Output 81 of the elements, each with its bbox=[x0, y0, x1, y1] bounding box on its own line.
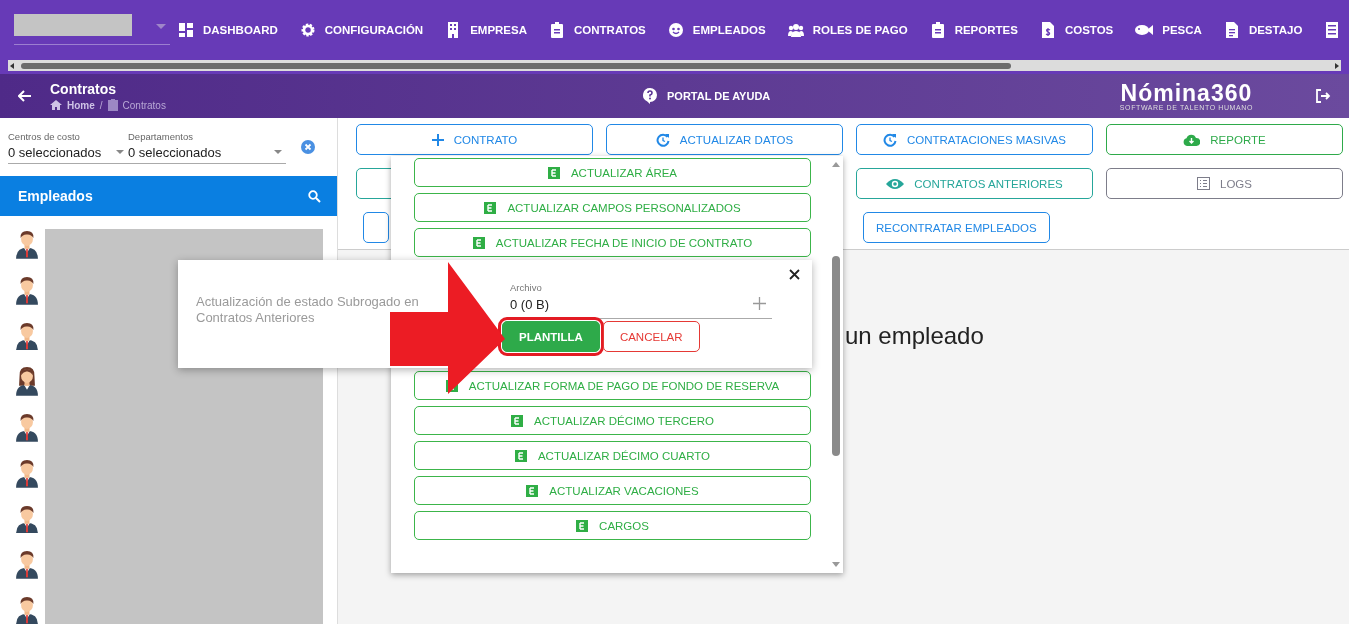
filter-label: Centros de costo bbox=[8, 130, 81, 142]
dollar-document-icon bbox=[1039, 21, 1056, 38]
nav-item[interactable]: CONFIGURACIÓN bbox=[299, 21, 424, 38]
logout-icon[interactable] bbox=[1315, 88, 1331, 104]
menu-item[interactable]: ACTUALIZAR DÉCIMO CUARTO bbox=[414, 441, 811, 470]
menu-item[interactable]: ACTUALIZAR CAMPOS PERSONALIZADOS bbox=[414, 193, 811, 222]
action-button[interactable]: ACTUALIZAR DATOS bbox=[606, 124, 843, 155]
nav-item[interactable]: EMPLEADOS bbox=[667, 21, 766, 38]
clipboard-icon bbox=[107, 99, 118, 111]
brand-logo: Nómina360 bbox=[1120, 81, 1253, 104]
clipboard-icon bbox=[929, 21, 946, 38]
nav-item[interactable]: COSTOS bbox=[1039, 21, 1114, 38]
filter-select[interactable]: 0 seleccionados bbox=[8, 144, 128, 163]
excel-icon bbox=[511, 414, 523, 427]
menu-item[interactable]: ACTUALIZAR ÁREA bbox=[414, 158, 811, 187]
menu-item[interactable]: ACTUALIZAR VACACIONES bbox=[414, 476, 811, 505]
breadcrumb-separator: / bbox=[99, 99, 103, 111]
back-arrow-icon[interactable] bbox=[18, 90, 32, 102]
action-button[interactable]: CONTRATOS ANTERIORES bbox=[856, 168, 1093, 199]
document-icon bbox=[1223, 21, 1240, 38]
avatar-icon bbox=[15, 366, 39, 397]
face-icon bbox=[667, 21, 684, 38]
action-button[interactable]: CONTRATO bbox=[356, 124, 593, 155]
action-button[interactable]: RECONTRATAR EMPLEADOS bbox=[863, 212, 1050, 243]
help-icon bbox=[643, 88, 657, 104]
people-icon bbox=[787, 21, 804, 38]
excel-icon bbox=[484, 201, 497, 214]
action-button[interactable] bbox=[363, 212, 389, 243]
dashboard-icon bbox=[178, 21, 194, 38]
avatar-icon bbox=[15, 457, 39, 488]
menu-item[interactable]: ACTUALIZAR DÉCIMO TERCERO bbox=[414, 406, 811, 435]
filter-select[interactable]: 0 seleccionados bbox=[128, 144, 286, 163]
excel-icon bbox=[547, 166, 560, 179]
refresh-icon bbox=[655, 132, 670, 147]
excel-icon bbox=[514, 449, 527, 462]
dialog-description: Actualización de estado Subrogado en Contratos Anteriores bbox=[196, 293, 420, 327]
search-icon[interactable] bbox=[308, 189, 321, 203]
avatar-icon bbox=[15, 274, 39, 305]
excel-icon bbox=[472, 236, 485, 249]
list-icon bbox=[1324, 21, 1341, 38]
home-icon bbox=[50, 100, 62, 110]
plus-icon bbox=[431, 133, 444, 146]
action-button[interactable]: LOGS bbox=[1106, 168, 1343, 199]
filter-label: Departamentos bbox=[128, 130, 194, 142]
excel-icon bbox=[526, 484, 539, 497]
avatar-icon bbox=[15, 412, 39, 442]
action-button[interactable]: CONTRATACIONES MASIVAS bbox=[856, 124, 1093, 155]
nav-item[interactable]: EMPRESA bbox=[445, 21, 527, 38]
horizontal-scrollbar[interactable] bbox=[8, 60, 1341, 71]
nav-item[interactable] bbox=[1324, 21, 1341, 38]
close-icon[interactable] bbox=[789, 269, 800, 280]
empty-state-message: un empleado bbox=[845, 322, 984, 349]
nav-item[interactable]: DESTAJO bbox=[1223, 21, 1303, 38]
nav-item[interactable]: REPORTES bbox=[929, 21, 1018, 38]
nav-item[interactable]: PESCA bbox=[1135, 21, 1202, 38]
cloud-download-icon bbox=[1183, 133, 1201, 146]
nav-item[interactable]: DASHBOARD bbox=[178, 21, 278, 38]
help-portal-link[interactable]: PORTAL DE AYUDA bbox=[643, 88, 771, 104]
avatar-icon bbox=[15, 549, 39, 580]
breadcrumb-current: Contratos bbox=[122, 99, 166, 111]
avatar-icon bbox=[15, 320, 39, 351]
eye-icon bbox=[886, 177, 905, 190]
breadcrumb-link[interactable]: Home bbox=[67, 99, 95, 111]
dialog-button[interactable]: CANCELAR bbox=[602, 321, 700, 352]
clear-icon[interactable] bbox=[301, 140, 315, 154]
avatar-icon bbox=[15, 229, 39, 259]
avatar-icon bbox=[15, 503, 39, 534]
excel-icon bbox=[576, 519, 589, 532]
company-select[interactable] bbox=[14, 14, 170, 45]
clipboard-icon bbox=[549, 21, 565, 38]
settings-icon bbox=[299, 21, 316, 38]
list-icon bbox=[1197, 177, 1210, 190]
menu-item[interactable]: CARGOS bbox=[414, 511, 811, 540]
panel-title: Empleados bbox=[18, 188, 93, 204]
menu-item[interactable]: ACTUALIZAR FECHA DE INICIO DE CONTRATO bbox=[414, 228, 811, 257]
nav-item[interactable]: ROLES DE PAGO bbox=[787, 21, 908, 38]
nav-item[interactable]: CONTRATOS bbox=[549, 21, 646, 38]
action-button[interactable]: REPORTE bbox=[1106, 124, 1343, 155]
refresh-icon bbox=[882, 132, 897, 147]
page-title: Contratos bbox=[50, 81, 118, 97]
menu-item[interactable]: ACTUALIZAR FORMA DE PAGO DE FONDO DE RESERVA bbox=[414, 371, 811, 400]
